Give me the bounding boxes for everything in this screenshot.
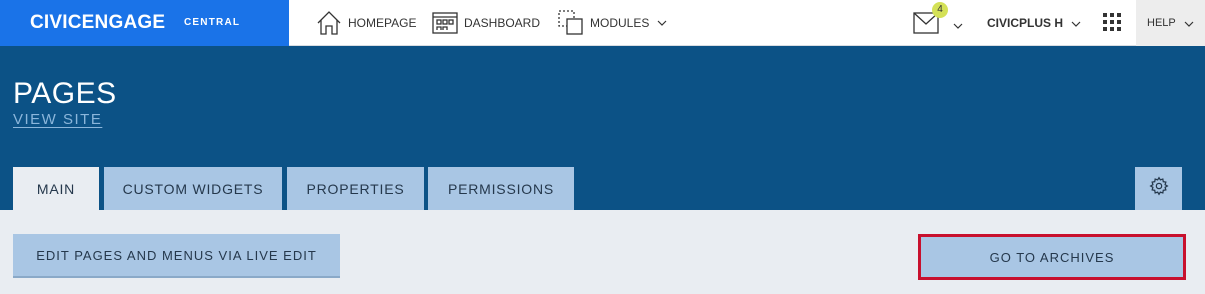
view-site-link[interactable]: VIEW SITE [13, 111, 102, 128]
tab-permissions[interactable]: PERMISSIONS [428, 167, 574, 210]
gear-icon [1148, 176, 1169, 201]
go-to-archives-button[interactable]: GO TO ARCHIVES [918, 234, 1186, 280]
help-label: HELP [1147, 17, 1176, 29]
brand-name: CIVICENGAGE [30, 12, 166, 33]
notification-count-badge: 4 [932, 2, 948, 18]
nav-modules[interactable]: MODULES [558, 0, 667, 46]
nav-modules-label: MODULES [590, 16, 650, 30]
brand-logo[interactable]: CIVICENGAGE CENTRAL [0, 0, 289, 46]
modules-icon [558, 10, 584, 36]
live-edit-button[interactable]: EDIT PAGES AND MENUS VIA LIVE EDIT [13, 234, 340, 278]
chevron-down-icon [657, 20, 667, 26]
user-menu[interactable]: CIVICPLUS H [987, 0, 1081, 46]
nav-dashboard-label: DASHBOARD [464, 16, 541, 30]
dashboard-icon [432, 11, 458, 35]
brand-subtitle: CENTRAL [184, 17, 241, 28]
nav-homepage[interactable]: HOMEPAGE [316, 0, 416, 46]
chevron-down-icon [1071, 14, 1081, 32]
top-navigation-bar: CIVICENGAGE CENTRAL HOMEPAGE DASHBOARD M… [0, 0, 1205, 46]
page-title: PAGES [13, 77, 117, 110]
chevron-down-icon [1184, 14, 1194, 32]
notifications-button[interactable]: 4 [913, 2, 948, 38]
tab-custom-widgets[interactable]: CUSTOM WIDGETS [104, 167, 282, 210]
tab-main[interactable]: MAIN [13, 167, 99, 210]
user-name: CIVICPLUS H [987, 16, 1064, 30]
page-header: PAGES VIEW SITE MAIN CUSTOM WIDGETS PROP… [0, 46, 1205, 210]
help-menu[interactable]: HELP [1136, 0, 1205, 46]
house-icon [316, 10, 342, 36]
settings-button[interactable] [1135, 167, 1182, 210]
nav-dashboard[interactable]: DASHBOARD [432, 0, 540, 46]
tab-properties[interactable]: PROPERTIES [287, 167, 424, 210]
nav-homepage-label: HOMEPAGE [348, 16, 417, 30]
chevron-down-icon[interactable] [953, 16, 963, 34]
grid-icon[interactable] [1103, 13, 1121, 36]
